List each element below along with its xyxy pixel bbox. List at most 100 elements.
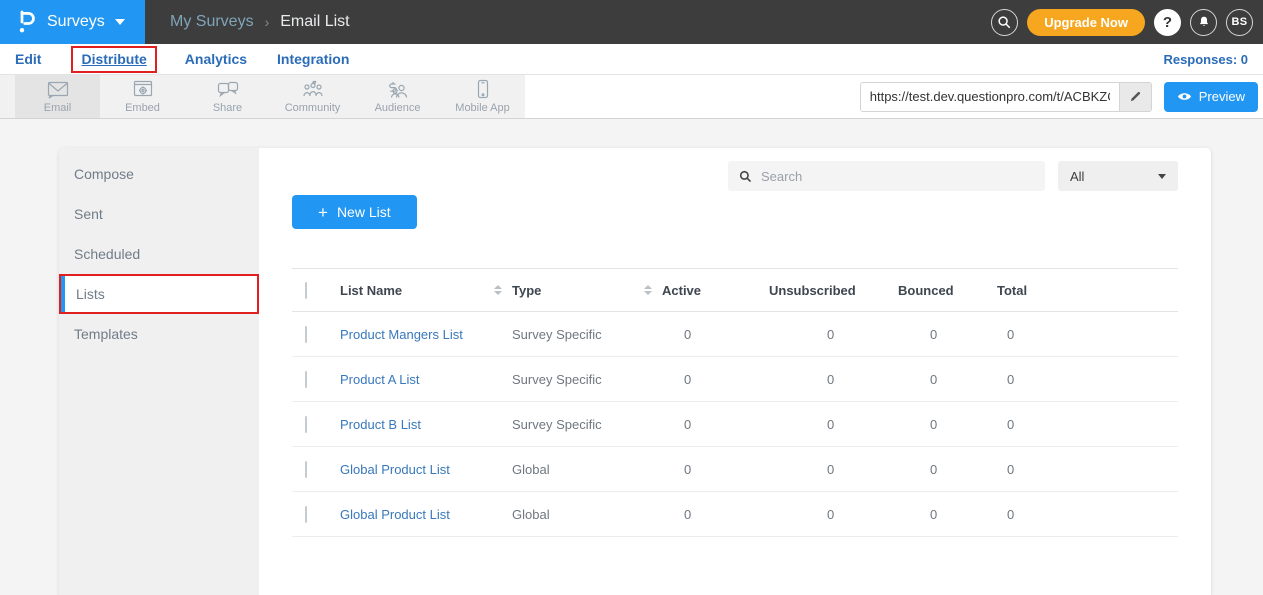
bounced-count: 0 <box>898 327 997 342</box>
survey-url-input[interactable] <box>861 83 1119 111</box>
row-checkbox[interactable] <box>305 416 307 433</box>
list-type: Survey Specific <box>512 417 662 432</box>
bounced-count: 0 <box>898 417 997 432</box>
unsubscribed-count: 0 <box>769 462 898 477</box>
table-header-row: List Name Type Active Unsubscribed Bounc… <box>292 268 1178 312</box>
sidebar-item-lists[interactable]: Lists <box>59 274 259 314</box>
list-type: Global <box>512 462 662 477</box>
sidebar-item-sent[interactable]: Sent <box>59 194 259 234</box>
list-name-link[interactable]: Global Product List <box>340 462 512 477</box>
preview-button[interactable]: Preview <box>1164 82 1258 112</box>
column-header-list-name[interactable]: List Name <box>340 283 512 298</box>
unsubscribed-count: 0 <box>769 372 898 387</box>
list-search-box <box>728 161 1045 191</box>
row-checkbox[interactable] <box>305 326 307 343</box>
column-header-type[interactable]: Type <box>512 283 662 298</box>
active-count: 0 <box>662 372 769 387</box>
breadcrumb-parent[interactable]: My Surveys <box>170 13 254 31</box>
tab-analytics[interactable]: Analytics <box>185 51 247 67</box>
sort-icon <box>644 285 652 295</box>
channel-community[interactable]: Community <box>270 75 355 118</box>
list-name-link[interactable]: Global Product List <box>340 507 512 522</box>
channel-embed[interactable]: Embed <box>100 75 185 118</box>
table-row: Product A List Survey Specific 0 0 0 0 <box>292 357 1178 402</box>
top-header: Surveys My Surveys › Email List Upgrade … <box>0 0 1263 44</box>
list-type: Survey Specific <box>512 327 662 342</box>
sidebar-item-templates[interactable]: Templates <box>59 314 259 354</box>
table-row: Global Product List Global 0 0 0 0 <box>292 492 1178 537</box>
edit-url-button[interactable] <box>1119 83 1151 111</box>
active-count: 0 <box>662 417 769 432</box>
breadcrumb-current: Email List <box>280 13 349 31</box>
channel-email[interactable]: Email <box>15 75 100 118</box>
mobile-icon <box>474 79 492 100</box>
unsubscribed-count: 0 <box>769 507 898 522</box>
sidebar-item-scheduled[interactable]: Scheduled <box>59 234 259 274</box>
question-mark-icon: ? <box>1163 14 1172 31</box>
bounced-count: 0 <box>898 372 997 387</box>
row-checkbox[interactable] <box>305 461 307 478</box>
bounced-count: 0 <box>898 462 997 477</box>
toolbar-right: Preview <box>860 75 1263 118</box>
breadcrumb-separator: › <box>265 14 270 30</box>
column-header-unsubscribed: Unsubscribed <box>769 283 898 298</box>
distribute-toolbar: Email Embed Share <box>0 74 1263 119</box>
tab-distribute[interactable]: Distribute <box>71 46 156 73</box>
channel-share[interactable]: Share <box>185 75 270 118</box>
channel-mobile-app[interactable]: Mobile App <box>440 75 525 118</box>
row-checkbox[interactable] <box>305 506 307 523</box>
envelope-icon <box>46 80 70 100</box>
search-button[interactable] <box>991 9 1018 36</box>
embed-icon <box>132 80 154 100</box>
row-checkbox[interactable] <box>305 371 307 388</box>
user-avatar[interactable]: BS <box>1226 9 1253 36</box>
list-type-filter[interactable]: All <box>1058 161 1178 191</box>
list-type: Survey Specific <box>512 372 662 387</box>
chevron-down-icon <box>115 19 125 25</box>
pencil-icon <box>1129 90 1142 103</box>
search-icon <box>739 170 752 183</box>
total-count: 0 <box>997 507 1178 522</box>
search-icon <box>997 15 1012 30</box>
select-all-checkbox[interactable] <box>305 282 307 299</box>
column-header-active: Active <box>662 283 769 298</box>
questionpro-logo-icon <box>17 10 37 34</box>
table-row: Product B List Survey Specific 0 0 0 0 <box>292 402 1178 447</box>
list-name-link[interactable]: Product B List <box>340 417 512 432</box>
column-header-bounced: Bounced <box>898 283 997 298</box>
upgrade-now-button[interactable]: Upgrade Now <box>1027 9 1145 36</box>
list-name-link[interactable]: Product A List <box>340 372 512 387</box>
total-count: 0 <box>997 327 1178 342</box>
column-header-total: Total <box>997 283 1178 298</box>
email-lists-table: List Name Type Active Unsubscribed Bounc… <box>292 268 1178 537</box>
sort-icon <box>494 285 502 295</box>
survey-tab-bar: Edit Distribute Analytics Integration Re… <box>0 44 1263 74</box>
breadcrumb: My Surveys › Email List <box>170 13 350 31</box>
total-count: 0 <box>997 462 1178 477</box>
new-list-button[interactable]: + New List <box>292 195 417 229</box>
filter-selected-value: All <box>1070 169 1084 184</box>
plus-icon: + <box>318 204 328 221</box>
product-menu-label: Surveys <box>47 13 105 31</box>
email-lists-panel: Compose Sent Scheduled Lists Templates A… <box>59 148 1211 595</box>
bell-icon <box>1197 15 1211 29</box>
audience-icon <box>386 80 410 100</box>
channel-group: Email Embed Share <box>0 75 525 118</box>
product-menu[interactable]: Surveys <box>0 0 145 44</box>
table-row: Global Product List Global 0 0 0 0 <box>292 447 1178 492</box>
help-button[interactable]: ? <box>1154 9 1181 36</box>
active-count: 0 <box>662 327 769 342</box>
channel-audience[interactable]: Audience <box>355 75 440 118</box>
list-search-input[interactable] <box>761 169 1034 184</box>
list-table-body: Product Mangers List Survey Specific 0 0… <box>292 312 1178 537</box>
notifications-button[interactable] <box>1190 9 1217 36</box>
list-type: Global <box>512 507 662 522</box>
tab-integration[interactable]: Integration <box>277 51 349 67</box>
list-name-link[interactable]: Product Mangers List <box>340 327 512 342</box>
unsubscribed-count: 0 <box>769 417 898 432</box>
tab-edit[interactable]: Edit <box>15 51 41 67</box>
community-icon <box>301 79 325 100</box>
responses-count[interactable]: Responses: 0 <box>1163 52 1248 67</box>
sidebar-item-compose[interactable]: Compose <box>59 154 259 194</box>
survey-url-box <box>860 82 1152 112</box>
